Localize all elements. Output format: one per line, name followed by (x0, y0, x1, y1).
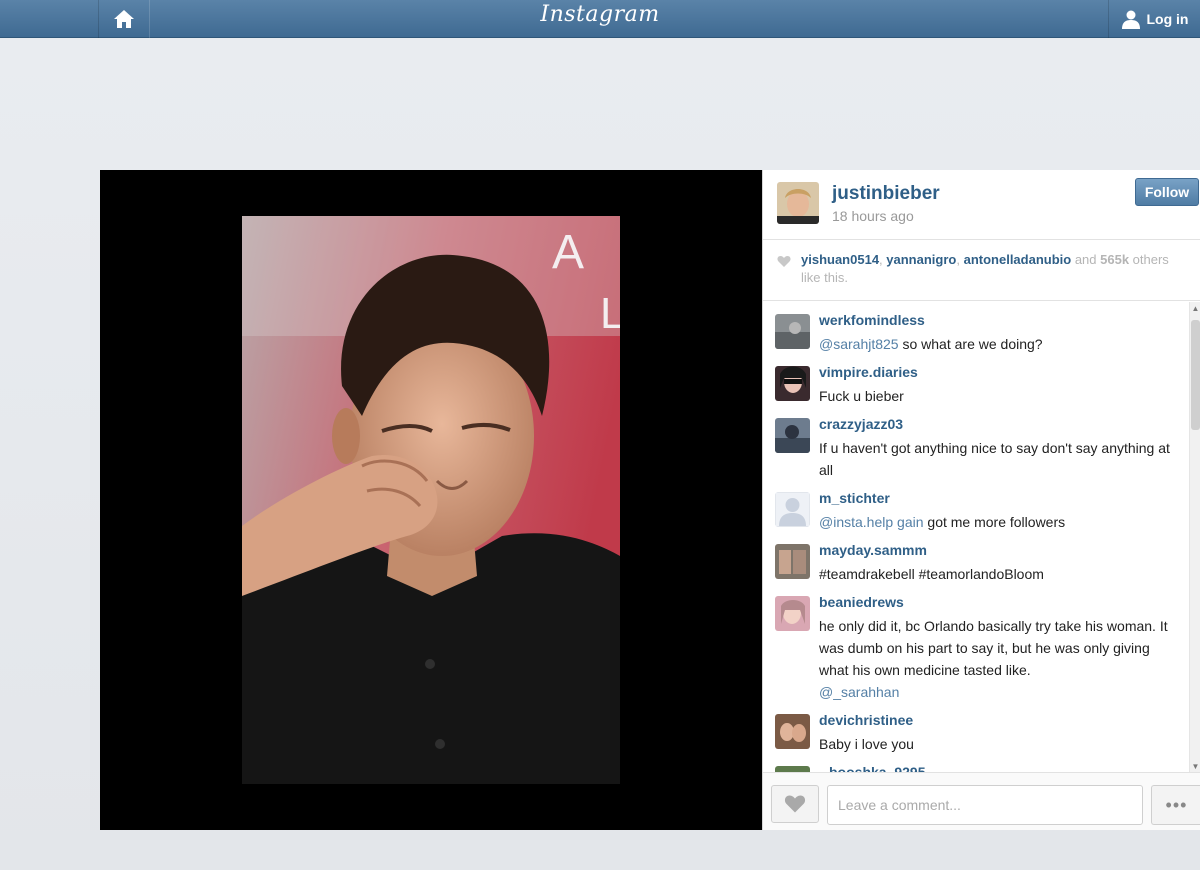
top-navigation-bar: Instagram Log in (0, 0, 1200, 38)
like-user-link[interactable]: yannanigro (886, 252, 956, 267)
heart-icon (784, 795, 806, 813)
follow-button[interactable]: Follow (1135, 178, 1199, 206)
likes-summary: yishuan0514, yannanigro, antonelladanubi… (763, 241, 1200, 301)
comment-avatar[interactable] (775, 366, 810, 401)
post-media-area: A L (100, 170, 762, 830)
more-options-button[interactable]: ••• (1151, 785, 1200, 825)
mention-link[interactable]: @_sarahhan (819, 684, 899, 700)
instagram-logo: Instagram (540, 2, 660, 27)
svg-text:L: L (600, 289, 620, 338)
comment-item: booshka_9295 (763, 754, 1189, 772)
like-button[interactable] (771, 785, 819, 823)
home-icon (114, 10, 134, 28)
comments-scrollbar[interactable]: ▲ ▼ (1189, 302, 1200, 772)
comment-item: m_stichter @insta.help gain got me more … (763, 480, 1189, 532)
comment-username[interactable]: mayday.sammm (819, 542, 927, 558)
post-photo[interactable]: A L (242, 216, 620, 784)
comment-avatar[interactable] (775, 418, 810, 453)
likes-count[interactable]: 565k (1100, 252, 1129, 267)
comment-item: werkfomindless @sarahjt825 so what are w… (763, 302, 1189, 354)
comment-input[interactable] (827, 785, 1143, 825)
comment-username[interactable]: booshka_9295 (829, 764, 926, 772)
comment-username[interactable]: beaniedrews (819, 594, 904, 610)
comment-username[interactable]: m_stichter (819, 490, 890, 506)
comment-avatar[interactable] (775, 544, 810, 579)
login-button[interactable]: Log in (1108, 0, 1200, 38)
post-timestamp: 18 hours ago (832, 208, 914, 224)
comments-list: werkfomindless @sarahjt825 so what are w… (763, 302, 1189, 772)
post-details-panel: justinbieber 18 hours ago Follow yishuan… (762, 170, 1200, 830)
like-user-link[interactable]: yishuan0514 (801, 252, 879, 267)
post-owner-header: justinbieber 18 hours ago Follow (763, 170, 1200, 240)
ellipsis-icon: ••• (1165, 794, 1188, 815)
comment-item: crazzyjazz03 If u haven't got anything n… (763, 406, 1189, 480)
home-button[interactable] (98, 0, 150, 38)
heart-icon (777, 256, 791, 267)
comment-text: Fuck u bieber (819, 388, 904, 404)
comment-username[interactable]: devichristinee (819, 712, 913, 728)
owner-avatar[interactable] (777, 182, 819, 224)
mention-link[interactable]: @sarahjt825 (819, 336, 899, 352)
comment-text: @sarahjt825 so what are we doing? (819, 336, 1043, 352)
comment-text: #teamdrakebell #teamorlandoBloom (819, 566, 1044, 582)
login-label: Log in (1146, 11, 1189, 27)
comment-item: beaniedrews he only did it, bc Orlando b… (763, 584, 1189, 702)
svg-text:A: A (552, 226, 584, 279)
comment-item: devichristinee Baby i love you (763, 702, 1189, 754)
comment-username[interactable]: crazzyjazz03 (819, 416, 903, 432)
scrollbar-thumb[interactable] (1191, 320, 1200, 430)
comment-avatar[interactable] (775, 314, 810, 349)
comment-item: vimpire.diaries Fuck u bieber (763, 354, 1189, 406)
likes-text: yishuan0514, yannanigro, antonelladanubi… (801, 252, 1169, 285)
comment-text: he only did it, bc Orlando basically try… (819, 618, 1168, 700)
scroll-up-arrow-icon[interactable]: ▲ (1190, 302, 1200, 314)
comment-composer: ••• (763, 772, 1200, 830)
comment-item: mayday.sammm #teamdrakebell #teamorlando… (763, 532, 1189, 584)
scroll-down-arrow-icon[interactable]: ▼ (1190, 760, 1200, 772)
comment-avatar[interactable] (775, 714, 810, 749)
like-user-link[interactable]: antonelladanubio (964, 252, 1072, 267)
user-icon (1121, 10, 1140, 29)
mention-link[interactable]: @insta.help gain (819, 514, 924, 530)
comment-text: If u haven't got anything nice to say do… (819, 440, 1170, 478)
comment-username[interactable]: werkfomindless (819, 312, 925, 328)
comment-text: @insta.help gain got me more followers (819, 514, 1066, 530)
owner-username[interactable]: justinbieber (832, 183, 940, 205)
comment-avatar[interactable] (775, 492, 810, 527)
comment-avatar[interactable] (775, 596, 810, 631)
comment-username[interactable]: vimpire.diaries (819, 364, 918, 380)
comment-text: Baby i love you (819, 736, 914, 752)
